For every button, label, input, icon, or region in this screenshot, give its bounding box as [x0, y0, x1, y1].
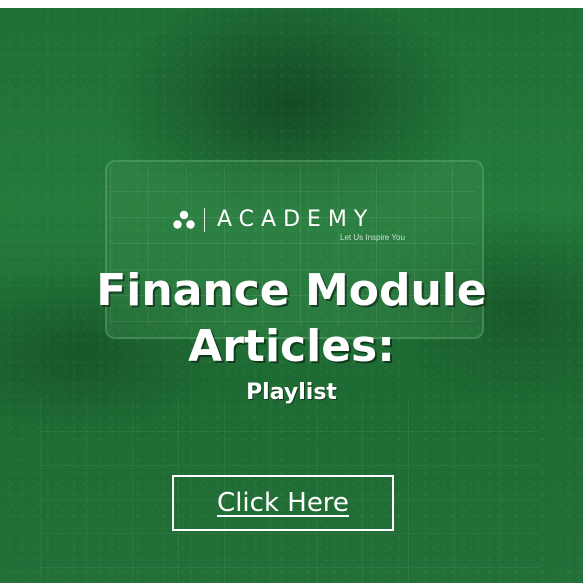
- academy-logo: ACADEMY: [172, 204, 374, 236]
- click-here-label[interactable]: Click Here: [217, 488, 349, 518]
- promo-banner: ACADEMY Let Us Inspire You Finance Modul…: [0, 8, 583, 583]
- academy-logo-icon: [173, 210, 195, 229]
- headline-subtitle: Playlist: [246, 380, 337, 405]
- headline-line-1: Finance Module: [96, 265, 487, 316]
- headline-line-2: Articles:: [188, 321, 395, 372]
- logo-divider: [204, 208, 205, 232]
- click-here-button[interactable]: Click Here: [172, 475, 394, 531]
- brand-tagline: Let Us Inspire You: [340, 233, 405, 242]
- brand-name: ACADEMY: [217, 207, 375, 232]
